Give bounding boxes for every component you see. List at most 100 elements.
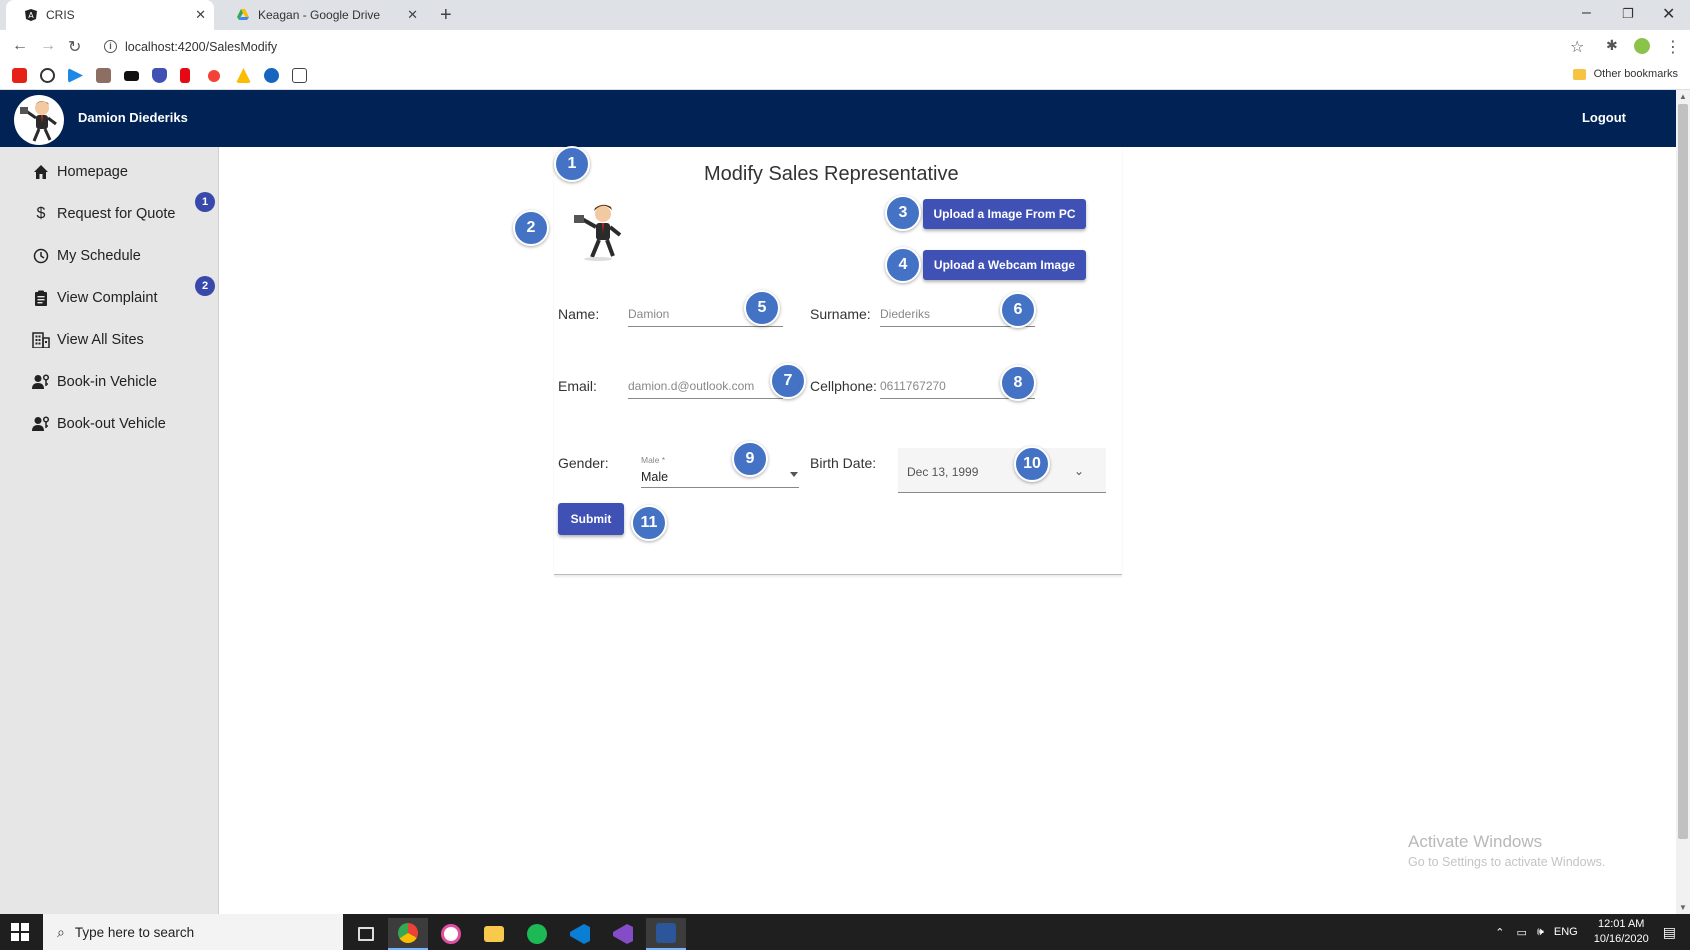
tab-cris[interactable]: A CRIS ✕: [6, 0, 214, 30]
menu-icon[interactable]: ⋮: [1665, 37, 1681, 57]
annotation-marker: 4: [885, 247, 921, 283]
word-icon[interactable]: [646, 918, 686, 950]
google-drive-icon[interactable]: [236, 68, 251, 83]
profile-picture: [568, 201, 628, 263]
tab-google-drive[interactable]: Keagan - Google Drive ✕: [218, 0, 426, 30]
sidebar-item-view-all-sites[interactable]: View All Sites: [32, 329, 144, 351]
forward-icon[interactable]: →: [40, 37, 56, 55]
search-placeholder: Type here to search: [74, 924, 195, 940]
bookmark-icon[interactable]: [292, 68, 307, 83]
birth-date-label: Birth Date:: [810, 455, 877, 471]
profile-icon[interactable]: [1634, 38, 1650, 54]
chevron-up-icon[interactable]: ⌃: [1495, 926, 1504, 939]
gender-select[interactable]: Male: [641, 470, 668, 484]
youtube-icon[interactable]: [12, 68, 27, 83]
speedometer-icon[interactable]: [40, 68, 55, 83]
taskbar-search[interactable]: ⌕ Type here to search: [43, 914, 343, 950]
annotation-marker: 8: [1000, 365, 1036, 401]
task-view-icon[interactable]: [346, 918, 386, 950]
gender-floating-label: Male *: [641, 455, 666, 465]
chevron-down-icon[interactable]: ⌄: [1074, 464, 1084, 478]
annotation-marker: 6: [1000, 292, 1036, 328]
scrollbar-thumb[interactable]: [1678, 104, 1688, 839]
file-explorer-icon[interactable]: [474, 918, 514, 950]
scroll-down-icon[interactable]: ▼: [1679, 903, 1687, 912]
page-scrollbar[interactable]: ▲ ▼: [1676, 90, 1690, 914]
birth-date-value: Dec 13, 1999: [907, 465, 979, 479]
restore-icon[interactable]: ❐: [1622, 6, 1634, 22]
new-tab-button[interactable]: +: [440, 4, 452, 27]
app-header: Damion Diederiks Logout: [0, 90, 1676, 147]
sidebar-item-homepage[interactable]: Homepage: [32, 161, 128, 183]
extensions-icon[interactable]: ✱: [1606, 37, 1618, 54]
visual-studio-icon[interactable]: [603, 918, 643, 950]
avatar[interactable]: [14, 95, 64, 145]
scroll-up-icon[interactable]: ▲: [1679, 92, 1687, 101]
sidebar-item-my-schedule[interactable]: My Schedule: [32, 245, 141, 267]
clock-date: 10/16/2020: [1593, 933, 1649, 945]
cellphone-value: 0611767270: [880, 379, 946, 393]
sidebar-item-book-in-vehicle[interactable]: Book-in Vehicle: [32, 371, 157, 393]
reload-icon[interactable]: ↻: [68, 37, 81, 57]
sidebar-item-label: View All Sites: [57, 332, 144, 348]
name-value: Damion: [628, 307, 670, 321]
folder-icon: [1572, 68, 1586, 80]
language-indicator[interactable]: ENG: [1554, 926, 1578, 938]
bookmark-icon[interactable]: [96, 68, 111, 83]
network-icon[interactable]: ▭: [1517, 926, 1527, 939]
address-bar[interactable]: i localhost:4200/SalesModify: [100, 34, 1580, 59]
info-icon[interactable]: i: [104, 40, 117, 53]
annotation-marker: 5: [744, 290, 780, 326]
sidebar-item-request-for-quote[interactable]: $ Request for Quote: [32, 203, 176, 225]
surname-label: Surname:: [810, 306, 871, 322]
person-key-icon: [32, 373, 50, 391]
upload-image-from-pc-button[interactable]: Upload a Image From PC: [923, 199, 1086, 229]
gender-underline: [641, 487, 799, 488]
name-label: Name:: [558, 306, 600, 322]
play-icon[interactable]: [68, 68, 83, 83]
bookmark-icon[interactable]: [124, 71, 139, 81]
minimize-icon[interactable]: –: [1582, 4, 1591, 22]
other-bookmarks[interactable]: Other bookmarks: [1572, 68, 1678, 80]
itunes-icon[interactable]: [431, 918, 471, 950]
netflix-icon[interactable]: [180, 68, 190, 83]
bookmark-icon[interactable]: [264, 68, 279, 83]
shield-icon[interactable]: [152, 68, 167, 83]
back-icon[interactable]: ←: [12, 37, 28, 55]
close-window-icon[interactable]: ✕: [1662, 4, 1675, 24]
clock-icon: [32, 247, 50, 265]
email-field[interactable]: damion.d@outlook.com: [628, 373, 783, 399]
sidebar-item-label: Book-out Vehicle: [57, 416, 166, 432]
sidebar-item-label: Request for Quote: [57, 206, 176, 222]
submit-button[interactable]: Submit: [558, 503, 624, 535]
user-name: Damion Diederiks: [78, 110, 188, 125]
chrome-icon[interactable]: [388, 918, 428, 950]
upload-webcam-image-button[interactable]: Upload a Webcam Image: [923, 250, 1086, 280]
close-tab-icon[interactable]: ✕: [195, 7, 206, 23]
sidebar-item-book-out-vehicle[interactable]: Book-out Vehicle: [32, 413, 166, 435]
vscode-icon[interactable]: [560, 918, 600, 950]
bookmark-star-icon[interactable]: ☆: [1570, 37, 1584, 57]
tab-title: CRIS: [46, 8, 75, 22]
sidebar-item-label: My Schedule: [57, 248, 141, 264]
cellphone-label: Cellphone:: [810, 378, 877, 394]
dropdown-arrow-icon[interactable]: [790, 472, 798, 477]
annotation-marker: 1: [554, 146, 590, 182]
spotify-icon[interactable]: [517, 918, 557, 950]
sidebar-item-label: View Complaint: [57, 290, 158, 306]
annotation-marker: 11: [631, 505, 667, 541]
clock-time: 12:01 AM: [1597, 918, 1645, 930]
close-tab-icon[interactable]: ✕: [407, 7, 418, 23]
sidebar-item-view-complaint[interactable]: View Complaint: [32, 287, 157, 309]
notifications-icon[interactable]: ▤: [1663, 924, 1676, 941]
annotation-badge: 2: [195, 276, 215, 296]
home-icon: [32, 163, 50, 181]
logout-link[interactable]: Logout: [1582, 110, 1626, 125]
bookmark-icon[interactable]: [208, 70, 220, 82]
volume-icon[interactable]: 🕪: [1537, 926, 1544, 939]
clock[interactable]: 12:01 AM 10/16/2020: [1594, 917, 1649, 947]
annotation-marker: 10: [1014, 446, 1050, 482]
building-icon: [32, 331, 50, 349]
activate-windows-watermark: Activate Windows: [1408, 832, 1543, 851]
windows-start-icon[interactable]: [11, 923, 29, 941]
